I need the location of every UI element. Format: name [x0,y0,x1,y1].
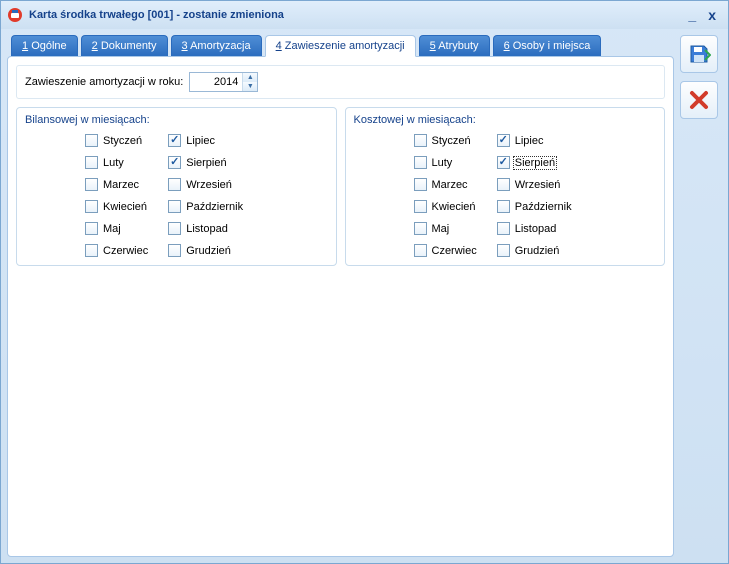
bilans-m4[interactable]: Kwiecień [85,200,148,213]
koszt-col-1: Styczeń Luty Marzec Kwiecień Maj Czerwie… [414,134,477,257]
checkbox-icon [168,178,181,191]
checkbox-icon [85,244,98,257]
bilans-m11[interactable]: Listopad [168,222,243,235]
tab-atrybuty[interactable]: 5 Atrybuty [419,35,490,57]
side-toolbar [680,35,722,557]
checkbox-icon [168,244,181,257]
tab-panel: Zawieszenie amortyzacji w roku: ▲ ▼ Bila… [7,56,674,557]
bilans-m12[interactable]: Grudzień [168,244,243,257]
bilans-m1[interactable]: Styczeń [85,134,148,147]
koszt-m2[interactable]: Luty [414,156,477,169]
checkbox-icon [85,222,98,235]
year-spin-buttons: ▲ ▼ [242,73,257,91]
group-kosztowa: Kosztowej w miesiącach: Styczeń Luty Mar… [345,107,666,266]
checkbox-icon [414,178,427,191]
bilans-m10[interactable]: Październik [168,200,243,213]
bilans-m9[interactable]: Wrzesień [168,178,243,191]
tab-ogolne[interactable]: 1 Ogólne [11,35,78,57]
koszt-m7[interactable]: Lipiec [497,134,572,147]
koszt-m11[interactable]: Listopad [497,222,572,235]
tab-zawieszenie[interactable]: 4 Zawieszenie amortyzacji [265,35,416,57]
bilans-col-1: Styczeń Luty Marzec Kwiecień Maj Czerwie… [85,134,148,257]
checkbox-icon [168,222,181,235]
koszt-m10[interactable]: Październik [497,200,572,213]
checkbox-icon [414,244,427,257]
checkbox-icon [497,134,510,147]
year-up-button[interactable]: ▲ [243,73,257,82]
main-column: 1 Ogólne 2 Dokumenty 3 Amortyzacja 4 Zaw… [7,35,674,557]
close-button[interactable]: x [702,7,722,23]
checkbox-icon [85,156,98,169]
koszt-col-2: Lipiec Sierpień Wrzesień Październik Lis… [497,134,572,257]
koszt-m6[interactable]: Czerwiec [414,244,477,257]
checkbox-icon [497,244,510,257]
bilans-m8[interactable]: Sierpień [168,156,243,169]
checkbox-icon [414,222,427,235]
bilans-m2[interactable]: Luty [85,156,148,169]
bilans-m5[interactable]: Maj [85,222,148,235]
checkbox-icon [414,200,427,213]
koszt-m3[interactable]: Marzec [414,178,477,191]
checkbox-icon [168,156,181,169]
koszt-months: Styczeń Luty Marzec Kwiecień Maj Czerwie… [354,134,657,257]
save-button[interactable] [680,35,718,73]
checkbox-icon [85,178,98,191]
checkbox-icon [414,156,427,169]
titlebar: Karta środka trwałego [001] - zostanie z… [1,1,728,29]
checkbox-icon [168,200,181,213]
checkbox-icon [168,134,181,147]
koszt-m8[interactable]: Sierpień [497,156,572,169]
close-x-icon [688,89,710,111]
window-title: Karta środka trwałego [001] - zostanie z… [29,9,682,21]
group-kosztowa-title: Kosztowej w miesiącach: [354,114,657,126]
workarea: 1 Ogólne 2 Dokumenty 3 Amortyzacja 4 Zaw… [1,29,728,563]
month-groups: Bilansowej w miesiącach: Styczeń Luty Ma… [16,107,665,266]
year-down-button[interactable]: ▼ [243,82,257,91]
save-disk-icon [687,42,711,66]
tab-bar: 1 Ogólne 2 Dokumenty 3 Amortyzacja 4 Zaw… [7,35,674,57]
checkbox-icon [497,178,510,191]
checkbox-icon [414,134,427,147]
koszt-m5[interactable]: Maj [414,222,477,235]
koszt-m1[interactable]: Styczeń [414,134,477,147]
bilans-months: Styczeń Luty Marzec Kwiecień Maj Czerwie… [25,134,328,257]
group-bilansowa-title: Bilansowej w miesiącach: [25,114,328,126]
year-spinner[interactable]: ▲ ▼ [189,72,258,92]
year-label: Zawieszenie amortyzacji w roku: [25,76,183,88]
koszt-m12[interactable]: Grudzień [497,244,572,257]
bilans-m7[interactable]: Lipiec [168,134,243,147]
app-icon [7,7,23,23]
bilans-m3[interactable]: Marzec [85,178,148,191]
group-bilansowa: Bilansowej w miesiącach: Styczeń Luty Ma… [16,107,337,266]
checkbox-icon [497,222,510,235]
checkbox-icon [497,156,510,169]
minimize-button[interactable]: _ [682,7,702,23]
tab-amortyzacja[interactable]: 3 Amortyzacja [171,35,262,57]
bilans-m6[interactable]: Czerwiec [85,244,148,257]
bilans-col-2: Lipiec Sierpień Wrzesień Październik Lis… [168,134,243,257]
checkbox-icon [497,200,510,213]
koszt-m9[interactable]: Wrzesień [497,178,572,191]
year-row: Zawieszenie amortyzacji w roku: ▲ ▼ [16,65,665,99]
cancel-button[interactable] [680,81,718,119]
tab-dokumenty[interactable]: 2 Dokumenty [81,35,168,57]
tab-osoby[interactable]: 6 Osoby i miejsca [493,35,602,57]
year-input[interactable] [190,73,242,91]
checkbox-icon [85,200,98,213]
koszt-m4[interactable]: Kwiecień [414,200,477,213]
checkbox-icon [85,134,98,147]
app-window: Karta środka trwałego [001] - zostanie z… [0,0,729,564]
